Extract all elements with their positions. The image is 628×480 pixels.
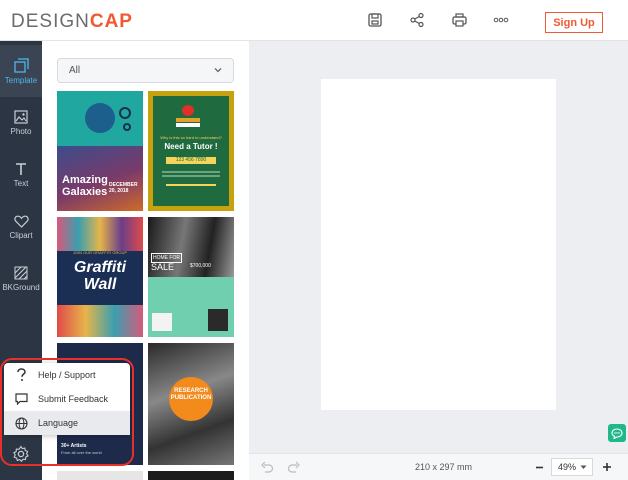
- design-page[interactable]: [321, 79, 556, 410]
- template-top-text: JOIN OUR GRAFFITI GROUP: [72, 250, 128, 255]
- text-icon: [16, 163, 26, 175]
- template-subtitle: Why is this so hard to understand?: [160, 135, 222, 140]
- category-filter-select[interactable]: All: [57, 58, 234, 83]
- logo-text-bold: CAP: [89, 11, 133, 32]
- menu-item-help-support[interactable]: Help / Support: [4, 363, 130, 387]
- zoom-value: 49%: [558, 462, 577, 472]
- zoom-out-icon[interactable]: [535, 463, 544, 472]
- sidebar-item-clipart[interactable]: Clipart: [0, 201, 42, 253]
- template-thumbnail-tutor[interactable]: Why is this so hard to understand? Need …: [148, 91, 234, 211]
- sidebar-item-text[interactable]: Text: [0, 149, 42, 201]
- template-thumbnail-galaxies[interactable]: Amazing Galaxies DECEMBER 20, 2018: [57, 91, 143, 211]
- menu-item-submit-feedback[interactable]: Submit Feedback: [4, 387, 130, 411]
- chat-button[interactable]: [608, 424, 626, 442]
- chevron-down-icon: [580, 465, 587, 469]
- settings-menu: Help / Support Submit Feedback Language: [4, 363, 130, 435]
- zoom-select[interactable]: 49%: [551, 458, 593, 476]
- zoom-in-icon[interactable]: [602, 462, 612, 472]
- menu-item-language[interactable]: Language: [4, 411, 130, 435]
- canvas-bottom-bar: 210 x 297 mm 49%: [249, 453, 628, 480]
- sidebar-item-photo[interactable]: Photo: [0, 97, 42, 149]
- template-title-line2: SALE: [151, 262, 175, 272]
- template-thumbnail-partial[interactable]: [148, 471, 234, 480]
- menu-item-label: Language: [38, 418, 79, 428]
- template-thumbnail-partial[interactable]: [57, 471, 143, 480]
- template-title-line1: RESEARCH: [174, 388, 208, 394]
- template-price: $700,000: [190, 263, 211, 269]
- feedback-icon: [14, 393, 28, 405]
- logo[interactable]: DESIGNCAP: [11, 11, 133, 33]
- chat-icon: [611, 427, 623, 439]
- menu-item-label: Submit Feedback: [38, 394, 109, 404]
- sidebar-item-label: Clipart: [9, 230, 33, 240]
- sidebar-item-template[interactable]: Template: [0, 45, 42, 97]
- category-filter-value: All: [69, 65, 81, 76]
- template-title-line2: Wall: [83, 276, 117, 293]
- template-thumbnail-home-sale[interactable]: HOME FOR SALE $700,000: [148, 217, 234, 337]
- undo-icon[interactable]: [260, 461, 274, 473]
- photo-icon: [14, 110, 28, 124]
- redo-icon[interactable]: [287, 461, 301, 473]
- menu-item-label: Help / Support: [38, 370, 96, 380]
- template-date: DECEMBER 20, 2018: [109, 182, 138, 194]
- save-icon[interactable]: [364, 9, 386, 31]
- template-title: Need a Tutor !: [164, 142, 218, 151]
- sidebar-item-label: BKGround: [2, 283, 40, 292]
- globe-icon: [14, 416, 28, 430]
- template-title-line1: Amazing: [62, 174, 108, 186]
- template-icon: [13, 57, 29, 73]
- template-thumbnail-research[interactable]: RESEARCH PUBLICATION: [148, 343, 234, 465]
- page-size-label: 210 x 297 mm: [415, 462, 473, 472]
- sidebar-item-label: Text: [13, 179, 29, 188]
- background-icon: [14, 266, 28, 280]
- template-phone: 123 456 7890: [166, 157, 216, 164]
- sidebar-item-label: Photo: [10, 127, 32, 136]
- heart-icon: [13, 215, 29, 228]
- share-icon[interactable]: [406, 9, 428, 31]
- sidebar-item-bkground[interactable]: BKGround: [0, 253, 42, 305]
- template-title-line2: PUBLICATION: [170, 395, 212, 401]
- template-title-line1: Graffiti: [73, 259, 127, 276]
- logo-text-light: DESIGN: [11, 11, 90, 32]
- template-title: 30+ Artists: [61, 443, 87, 449]
- template-subtitle: From all over the world: [61, 450, 102, 455]
- chevron-down-icon: [214, 68, 222, 73]
- sidebar-item-label: Template: [4, 75, 38, 85]
- template-thumbnail-graffiti[interactable]: JOIN OUR GRAFFITI GROUP Graffiti Wall: [57, 217, 143, 337]
- print-icon[interactable]: [448, 9, 470, 31]
- canvas-area: [249, 41, 628, 453]
- more-icon[interactable]: [490, 9, 512, 31]
- question-icon: [16, 368, 26, 381]
- top-bar: DESIGNCAP Sign Up: [0, 0, 628, 41]
- sign-up-button[interactable]: Sign Up: [545, 12, 603, 33]
- template-title-line2: Galaxies: [62, 186, 108, 198]
- gear-icon[interactable]: [12, 445, 30, 463]
